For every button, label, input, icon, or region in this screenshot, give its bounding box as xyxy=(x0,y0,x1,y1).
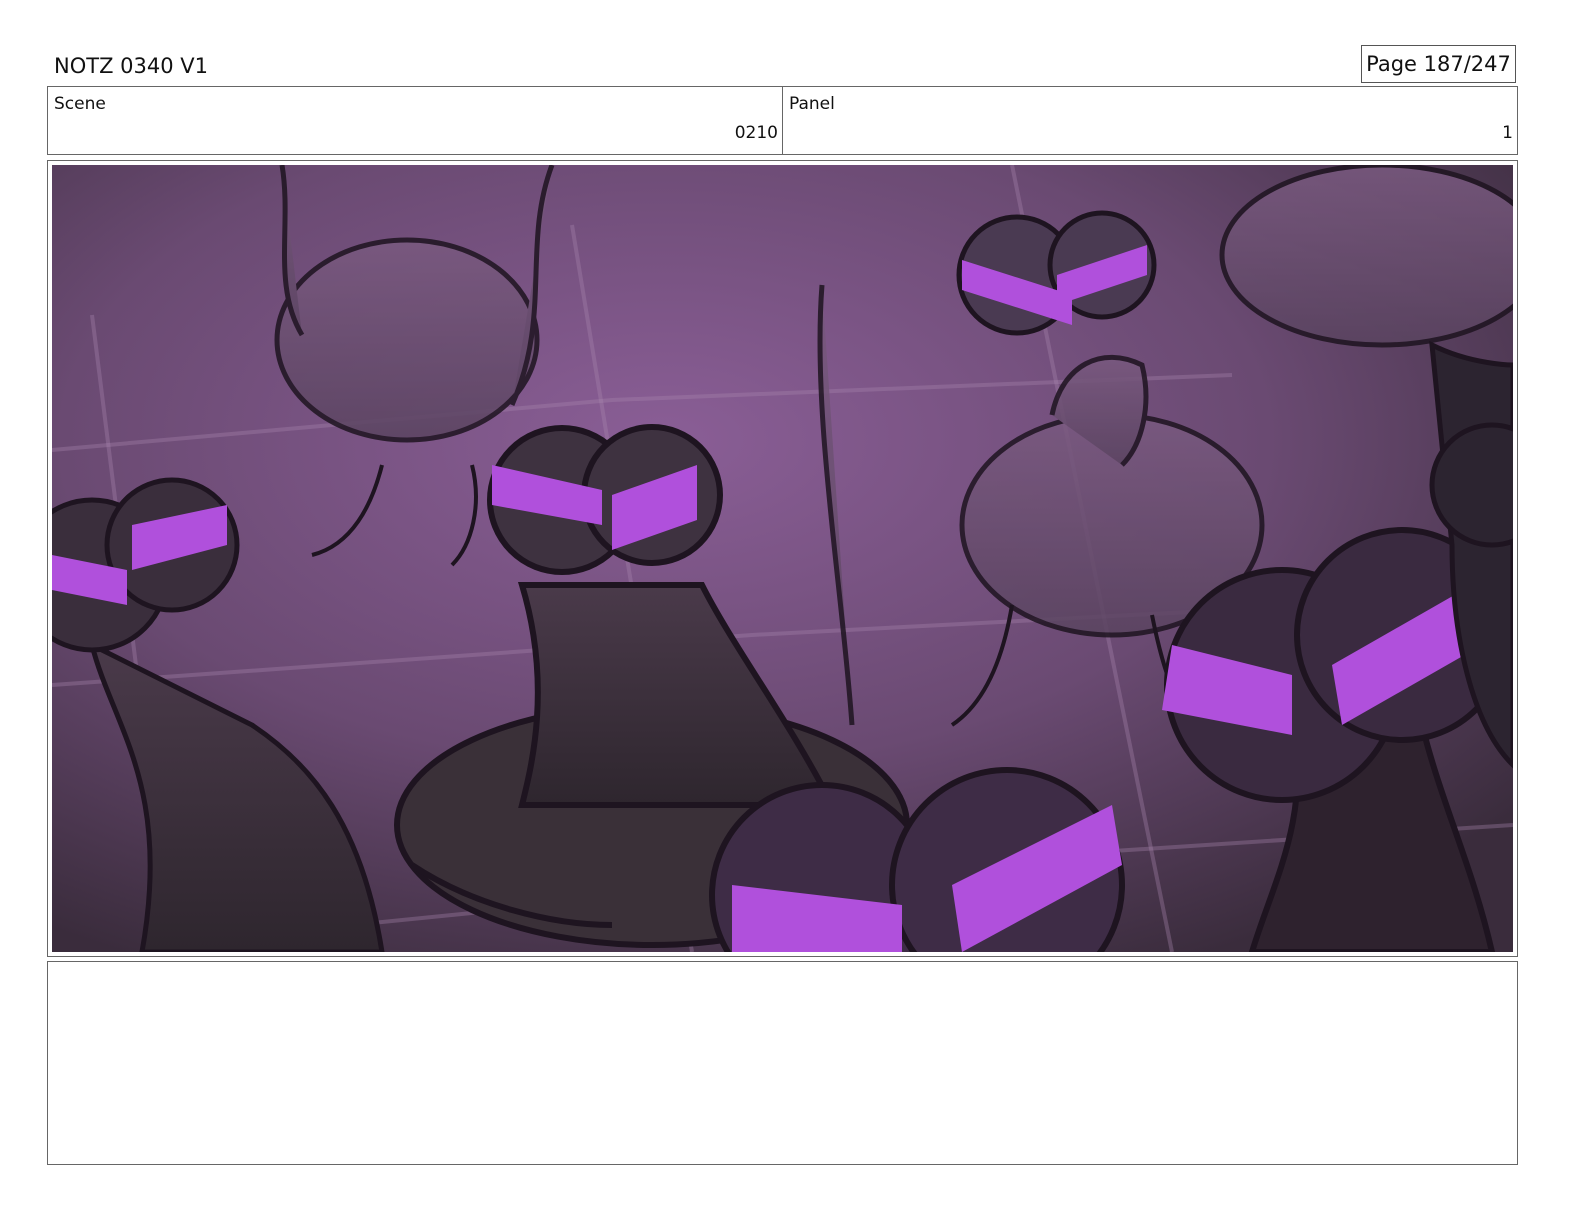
scene-panel-info-row: Scene 0210 Panel 1 xyxy=(47,86,1518,155)
scene-cell: Scene 0210 xyxy=(48,87,783,154)
panel-number: 1 xyxy=(1502,123,1513,143)
storyboard-image-frame xyxy=(47,160,1518,957)
scene-label: Scene xyxy=(54,94,106,114)
panel-label: Panel xyxy=(789,94,835,114)
scene-number: 0210 xyxy=(734,123,778,143)
storyboard-frog-crowd-image xyxy=(52,165,1513,952)
page-number: Page 187/247 xyxy=(1361,45,1516,83)
panel-cell: Panel 1 xyxy=(783,87,1517,154)
panel-notes-box xyxy=(47,961,1518,1165)
document-title: NOTZ 0340 V1 xyxy=(54,54,208,78)
